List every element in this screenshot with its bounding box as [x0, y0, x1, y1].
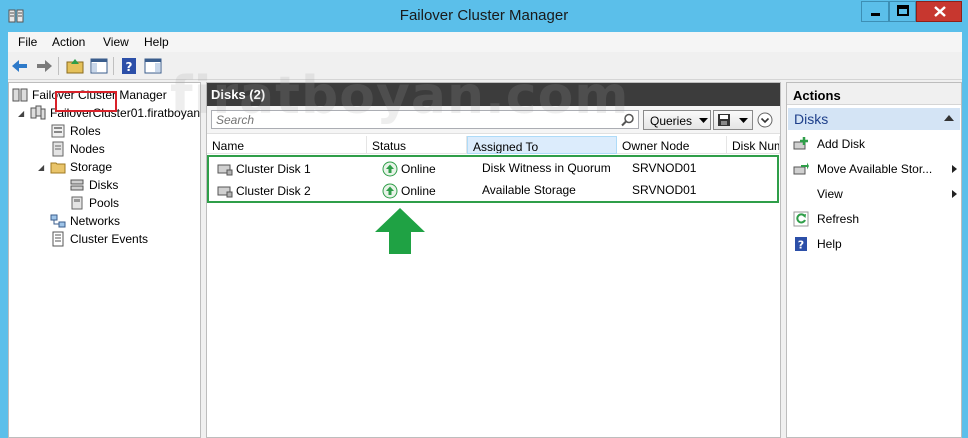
action-label: Add Disk [817, 137, 866, 151]
cluster-events-icon [52, 231, 64, 247]
toolbar: ? [8, 52, 962, 80]
tree-item-label: Pools [89, 196, 120, 210]
help-icon: ? [795, 237, 807, 252]
column-disk-number[interactable]: Disk Numb [727, 136, 780, 154]
move-storage-icon [793, 162, 809, 175]
save-query-button[interactable] [713, 110, 753, 130]
actions-section-disks[interactable]: Disks [788, 108, 960, 130]
collapse-caret-icon [944, 115, 954, 121]
submenu-arrow-icon [952, 190, 957, 198]
app-client: File Action View Help ? Failover Cluster… [8, 32, 962, 438]
actions-section-label: Disks [794, 111, 829, 127]
tree-item-pools[interactable]: Pools [69, 194, 119, 212]
help-icon[interactable]: ? [119, 56, 139, 76]
expand-cluster-icon[interactable]: ◢ [18, 109, 24, 118]
column-owner-node[interactable]: Owner Node [617, 136, 727, 154]
tree-item-label: Nodes [70, 142, 105, 156]
action-label: Refresh [817, 212, 860, 226]
action-help[interactable]: ? Help [793, 234, 959, 254]
menu-action[interactable]: Action [52, 35, 85, 49]
title-bar: Failover Cluster Manager [0, 0, 968, 32]
toolbar-separator [113, 57, 114, 75]
search-icon[interactable] [621, 113, 635, 127]
column-status[interactable]: Status [367, 136, 467, 154]
networks-icon [50, 214, 66, 228]
tree-item-label: Networks [70, 214, 121, 228]
minimize-button[interactable] [861, 1, 889, 22]
svg-text:?: ? [798, 239, 804, 252]
menu-file[interactable]: File [18, 35, 37, 49]
storage-folder-icon [50, 162, 66, 174]
tree-item-label: Roles [70, 124, 101, 138]
tree-item-nodes[interactable]: Nodes [50, 140, 105, 158]
tree-item-roles[interactable]: Roles [50, 122, 101, 140]
search-bar: Queries [207, 106, 780, 134]
column-assigned-to[interactable]: Assigned To [467, 136, 617, 154]
disks-icon [70, 179, 84, 191]
action-label: View [817, 187, 843, 201]
view-spacer [793, 186, 809, 202]
up-folder-icon[interactable] [65, 56, 85, 76]
chevron-down-icon [699, 118, 708, 123]
show-hide-tree-icon[interactable] [89, 56, 109, 76]
svg-text:?: ? [126, 60, 133, 74]
tree-item-label: Disks [89, 178, 119, 192]
tree-item-label: Cluster Events [70, 232, 149, 246]
action-label: Help [817, 237, 842, 251]
annotation-red-box [55, 91, 117, 112]
add-disk-icon [793, 137, 808, 150]
column-name[interactable]: Name [207, 136, 367, 154]
queries-button[interactable]: Queries [643, 110, 711, 130]
submenu-arrow-icon [952, 165, 957, 173]
disks-pane: Disks (2) Queries Name Status Assigned T… [206, 82, 781, 438]
tree-item-networks[interactable]: Networks [50, 212, 120, 230]
show-hide-action-icon[interactable] [143, 56, 163, 76]
tree-item-disks[interactable]: Disks [69, 176, 118, 194]
actions-title: Actions [787, 83, 961, 105]
nodes-icon [52, 141, 64, 157]
action-view[interactable]: View [793, 184, 959, 204]
column-headers: Name Status Assigned To Owner Node Disk … [207, 136, 780, 154]
save-icon [718, 114, 730, 126]
close-icon [934, 6, 946, 17]
cluster-icon [30, 105, 46, 120]
annotation-up-arrow-icon [375, 208, 425, 254]
action-add-disk[interactable]: Add Disk [793, 134, 959, 154]
cluster-manager-icon [12, 88, 28, 102]
menu-help[interactable]: Help [144, 35, 169, 49]
maximize-icon [897, 5, 909, 16]
pane-title: Disks (2) [207, 83, 780, 106]
toolbar-separator [58, 57, 59, 75]
refresh-icon [793, 211, 809, 227]
queries-label: Queries [650, 114, 693, 128]
back-icon[interactable] [10, 56, 30, 76]
roles-icon [51, 124, 65, 138]
forward-icon[interactable] [34, 56, 54, 76]
tree-item-label: Storage [70, 160, 113, 174]
action-label: Move Available Stor... [817, 162, 933, 176]
collapse-expand-icon[interactable] [757, 112, 773, 128]
tree-item-storage[interactable]: Storage [50, 158, 112, 176]
tree-item-cluster-events[interactable]: Cluster Events [50, 230, 148, 248]
search-input[interactable] [211, 110, 639, 129]
annotation-green-box [207, 155, 779, 203]
actions-pane: Actions Disks Add Disk Move Available St… [786, 82, 962, 438]
window-title: Failover Cluster Manager [399, 7, 569, 24]
chevron-down-icon [739, 118, 748, 123]
minimize-icon [871, 13, 880, 16]
action-refresh[interactable]: Refresh [793, 209, 959, 229]
maximize-button[interactable] [889, 1, 916, 22]
pools-icon [71, 196, 83, 210]
menu-bar: File Action View Help [8, 32, 962, 52]
navigation-tree: Failover Cluster Manager ◢ FailoverClust… [8, 82, 201, 438]
action-move-available-storage[interactable]: Move Available Stor... [793, 159, 959, 179]
close-button[interactable] [916, 1, 962, 22]
menu-view[interactable]: View [103, 35, 129, 49]
expand-storage-icon[interactable]: ◢ [38, 163, 44, 172]
